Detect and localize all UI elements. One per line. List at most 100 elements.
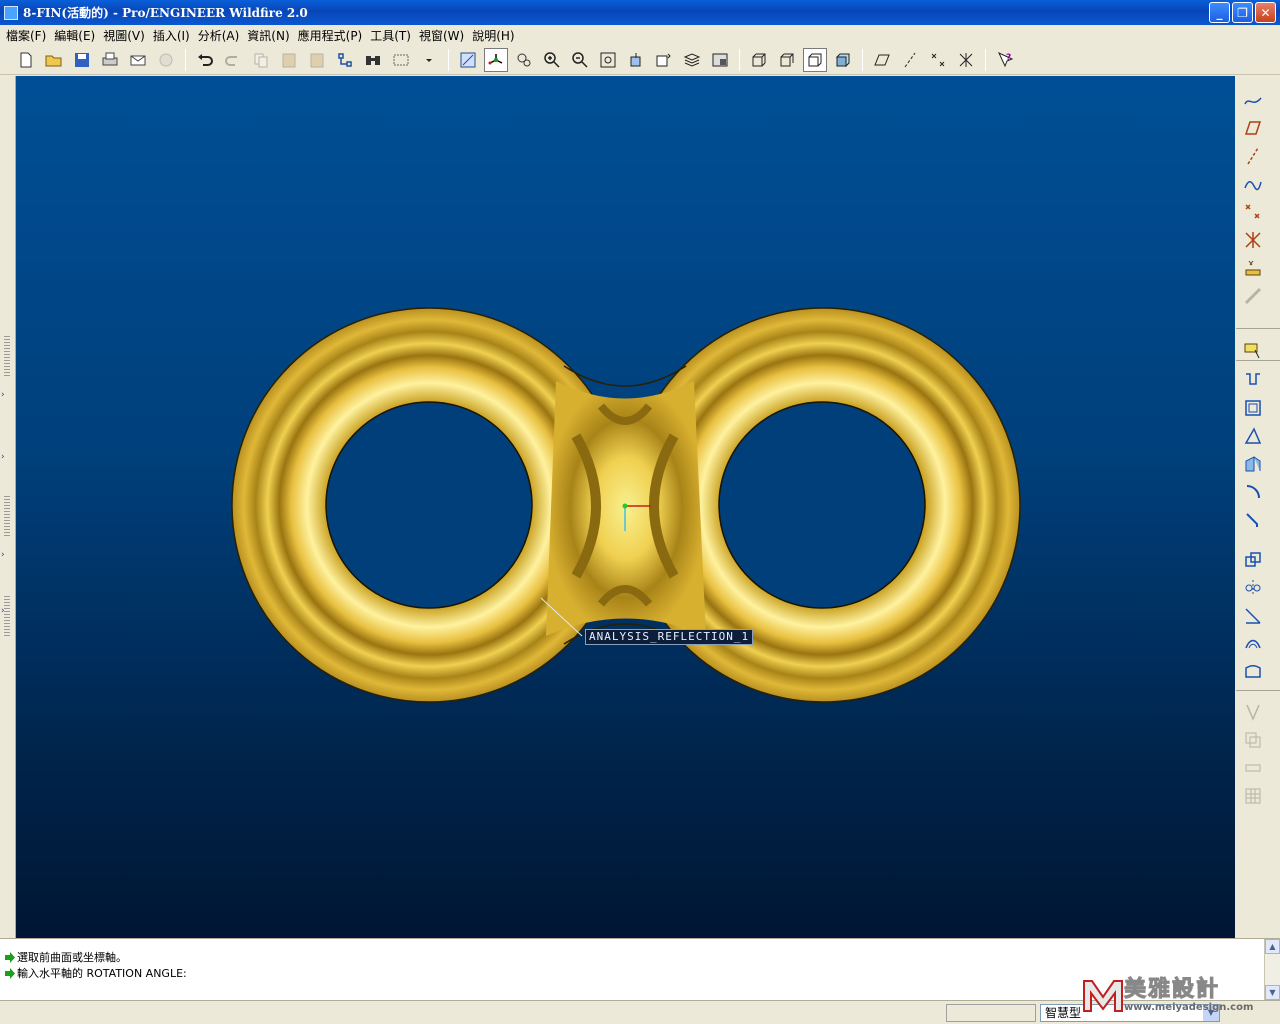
print-icon[interactable] <box>98 48 122 72</box>
minimize-button[interactable]: _ <box>1209 2 1230 23</box>
watermark-brand: 美雅設計 <box>1123 976 1221 1002</box>
chevron-down-icon[interactable] <box>417 48 441 72</box>
trim-icon[interactable] <box>1240 604 1266 628</box>
window-controls: _ ❐ ✕ <box>1209 2 1276 23</box>
saved-views-icon[interactable] <box>652 48 676 72</box>
datum-point-icon[interactable] <box>1240 200 1266 224</box>
regenerate-icon[interactable] <box>333 48 357 72</box>
hidden-line-icon[interactable] <box>775 48 799 72</box>
intersect-icon <box>1240 728 1266 752</box>
datum-axes-icon[interactable] <box>898 48 922 72</box>
datum-points-icon[interactable] <box>926 48 950 72</box>
spin-center-icon[interactable] <box>484 47 508 72</box>
wireframe-icon[interactable] <box>747 48 771 72</box>
window-title: 8-FIN(活動的) - Pro/ENGINEER Wildfire 2.0 <box>23 6 308 20</box>
menu-analysis[interactable]: 分析(A) <box>196 27 246 44</box>
message-text: 選取前曲面或坐標軸。 <box>17 951 127 964</box>
refit-icon[interactable] <box>596 48 620 72</box>
menu-edit[interactable]: 編輯(E) <box>52 27 101 44</box>
datum-planes-icon[interactable] <box>870 48 894 72</box>
zoom-out-icon[interactable] <box>568 48 592 72</box>
new-file-icon[interactable] <box>14 48 38 72</box>
message-arrow-icon <box>5 967 15 979</box>
context-help-icon[interactable]: ? <box>993 48 1017 72</box>
annotation-icon[interactable] <box>1240 338 1266 362</box>
merge-icon <box>1240 700 1266 724</box>
rib-icon[interactable] <box>1240 452 1266 476</box>
zoom-in-icon[interactable] <box>540 48 564 72</box>
shading-icon[interactable] <box>831 48 855 72</box>
analysis-feature-icon[interactable] <box>1240 256 1266 280</box>
main-toolbar: ? <box>0 45 1280 75</box>
shell-icon[interactable] <box>1240 396 1266 420</box>
graphics-viewport[interactable]: ANALYSIS_REFLECTION_1 <box>16 76 1235 938</box>
expand-arrow-icon[interactable]: › <box>1 390 5 400</box>
view-manager-icon[interactable] <box>708 48 732 72</box>
message-arrow-icon <box>5 951 15 963</box>
find-icon[interactable] <box>361 48 385 72</box>
message-text: 輸入水平軸的 ROTATION ANGLE: <box>17 967 187 980</box>
close-button[interactable]: ✕ <box>1255 2 1276 23</box>
toolbar-separator <box>739 48 740 71</box>
chamfer-icon[interactable] <box>1240 508 1266 532</box>
orient-mode-icon[interactable] <box>512 48 536 72</box>
send-icon <box>154 48 178 72</box>
menu-tools[interactable]: 工具(T) <box>368 27 417 44</box>
pattern-curve-icon <box>1240 284 1266 308</box>
mirror-icon[interactable] <box>1240 576 1266 600</box>
analysis-annotation[interactable]: ANALYSIS_REFLECTION_1 <box>585 629 754 645</box>
svg-text:?: ? <box>1006 53 1011 63</box>
datum-curve-icon[interactable] <box>1240 172 1266 196</box>
left-dock-strip[interactable]: › › › › <box>0 76 16 938</box>
boundary-blend-icon[interactable] <box>1240 632 1266 656</box>
surface-icon[interactable] <box>1240 660 1266 684</box>
paste-icon <box>277 48 301 72</box>
open-folder-icon[interactable] <box>42 48 66 72</box>
selection-box-icon[interactable] <box>389 48 413 72</box>
message-line: 輸入水平軸的 ROTATION ANGLE: <box>4 965 187 981</box>
sketched-curve-icon[interactable] <box>1240 88 1266 112</box>
toolbar-separator <box>985 48 986 71</box>
layers-icon[interactable] <box>680 48 704 72</box>
no-hidden-icon[interactable] <box>803 47 827 72</box>
filter-value: 智慧型 <box>1045 1006 1082 1020</box>
dock-grip[interactable] <box>4 596 10 636</box>
reorient-icon[interactable] <box>624 48 648 72</box>
toolbar-separator <box>1236 328 1280 329</box>
extrude-icon[interactable] <box>1240 368 1266 392</box>
menu-view[interactable]: 視圖(V) <box>101 27 151 44</box>
menu-info[interactable]: 資訊(N) <box>245 27 295 44</box>
model-figure-eight[interactable] <box>16 76 1235 938</box>
draft-icon[interactable] <box>1240 424 1266 448</box>
coordinate-system-icon[interactable] <box>1240 228 1266 252</box>
watermark: 美雅設計 www.meiyadesign.com <box>1082 970 1276 1020</box>
save-icon[interactable] <box>70 48 94 72</box>
toolbar-separator <box>862 48 863 71</box>
restore-button[interactable]: ❐ <box>1232 2 1253 23</box>
expand-arrow-icon[interactable]: › <box>1 550 5 560</box>
datum-axis-icon[interactable] <box>1240 144 1266 168</box>
round-icon[interactable] <box>1240 480 1266 504</box>
app-icon[interactable] <box>4 5 18 20</box>
undo-icon[interactable] <box>193 48 217 72</box>
menu-applications[interactable]: 應用程式(P) <box>296 27 369 44</box>
menu-file[interactable]: 檔案(F) <box>4 27 52 44</box>
menu-insert[interactable]: 插入(I) <box>151 27 196 44</box>
menu-help[interactable]: 說明(H) <box>470 27 520 44</box>
email-icon[interactable] <box>126 48 150 72</box>
datum-plane-icon[interactable] <box>1240 116 1266 140</box>
title-bar: 8-FIN(活動的) - Pro/ENGINEER Wildfire 2.0 _… <box>0 0 1280 25</box>
dock-grip[interactable] <box>4 336 10 376</box>
scroll-up-icon[interactable]: ▲ <box>1265 939 1280 954</box>
copy-icon <box>249 48 273 72</box>
expand-arrow-icon[interactable]: › <box>1 606 5 616</box>
toolbar-separator <box>448 48 449 71</box>
coordinate-systems-icon[interactable] <box>954 48 978 72</box>
copy-feature-icon[interactable] <box>1240 548 1266 572</box>
toolbar-separator <box>1236 690 1280 691</box>
menu-window[interactable]: 視窗(W) <box>417 27 470 44</box>
repaint-icon[interactable] <box>456 48 480 72</box>
expand-arrow-icon[interactable]: › <box>1 452 5 462</box>
dock-grip[interactable] <box>4 496 10 536</box>
watermark-url: www.meiyadesign.com <box>1124 1001 1254 1013</box>
